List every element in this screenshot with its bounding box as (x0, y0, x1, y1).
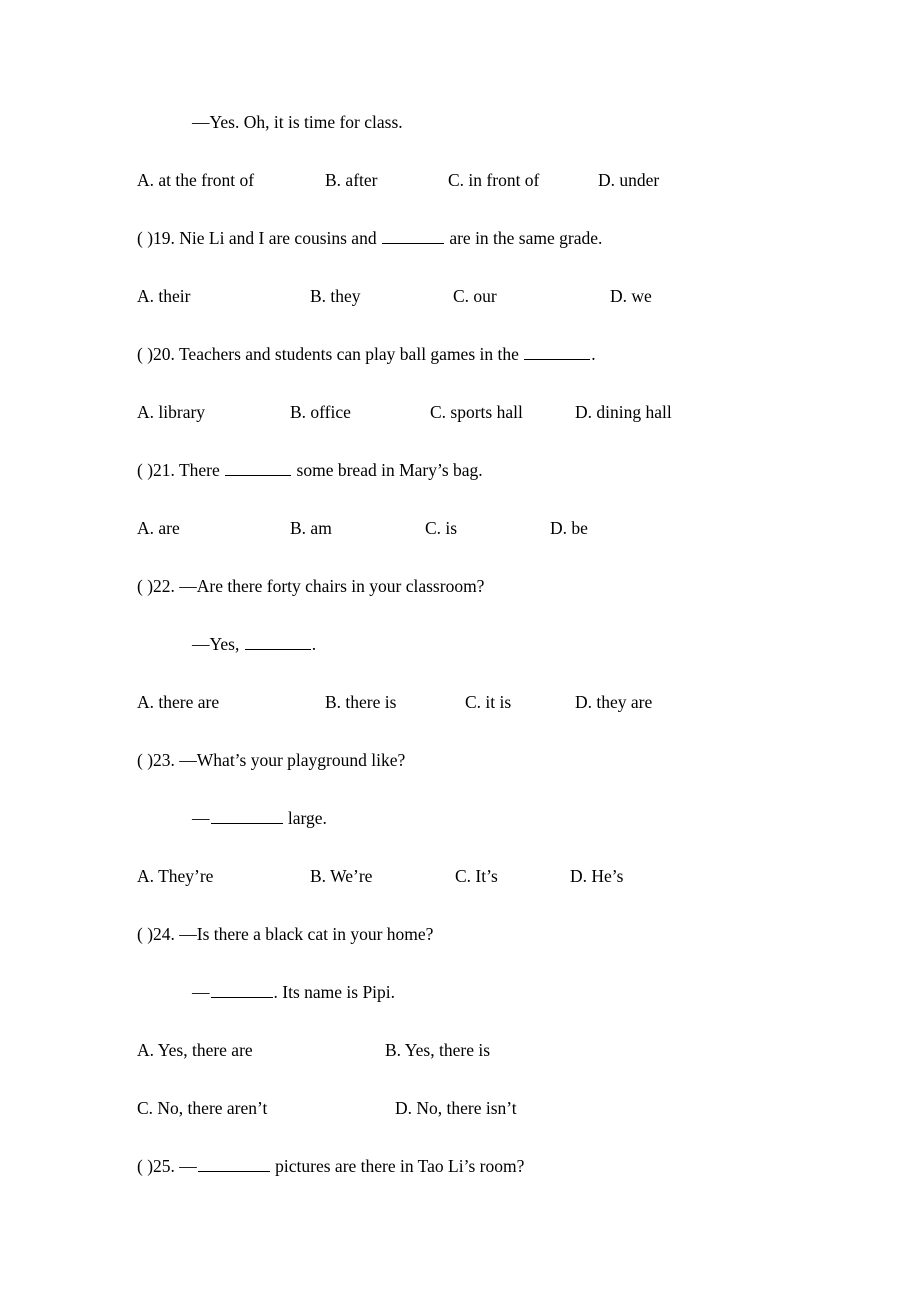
text-block: ( )25. — pictures are there in Tao Li’s … (137, 1156, 837, 1214)
answer-option[interactable]: A. Yes, there are (137, 1040, 253, 1060)
answer-option[interactable]: C. is (425, 518, 457, 538)
answer-option[interactable]: A. their (137, 286, 190, 306)
fill-in-blank (524, 346, 591, 360)
option-row: A. are B. am C. is D. be (137, 518, 837, 538)
text-block: ( )24. —Is there a black cat in your hom… (137, 924, 837, 982)
fill-in-blank (210, 984, 273, 998)
answer-option[interactable]: D. be (550, 518, 588, 538)
text-block: A. are B. am C. is D. be (137, 518, 837, 576)
text-block: A. They’re B. We’re C. It’s D. He’s (137, 866, 837, 924)
fill-in-blank (244, 636, 311, 650)
question-stem: ( )24. —Is there a black cat in your hom… (137, 924, 434, 944)
option-row: A. They’re B. We’re C. It’s D. He’s (137, 866, 837, 886)
answer-option[interactable]: D. No, there isn’t (395, 1098, 517, 1118)
stem-text-after: large. (283, 808, 327, 828)
fill-in-blank (197, 1158, 270, 1172)
text-block: —Yes, . (137, 634, 837, 692)
answer-option[interactable]: D. under (598, 170, 659, 190)
fill-in-blank (210, 810, 283, 824)
question-stem: ( )25. — pictures are there in Tao Li’s … (137, 1156, 837, 1176)
stem-text-before: Nie Li and I are cousins and (174, 228, 381, 248)
text-block: ( )23. —What’s your playground like? (137, 750, 837, 808)
answer-option[interactable]: B. am (290, 518, 332, 538)
question-number: ( )20. (137, 344, 175, 364)
answer-option[interactable]: B. they (310, 286, 361, 306)
text-block: A. there are B. there is C. it is D. they a… (137, 692, 837, 750)
stem-text-before: — (192, 982, 210, 1002)
answer-option[interactable]: D. dining hall (575, 402, 672, 422)
text-block: A. at the front of B. after C. in front of… (137, 170, 837, 228)
fill-in-blank (381, 230, 444, 244)
answer-option[interactable]: C. it is (465, 692, 511, 712)
answer-option[interactable]: B. We’re (310, 866, 372, 886)
answer-option[interactable]: B. after (325, 170, 377, 190)
dialogue-line: — . Its name is Pipi. (137, 982, 837, 1002)
answer-option[interactable]: D. we (610, 286, 652, 306)
question-stem: ( )22. —Are there forty chairs in your c… (137, 576, 485, 596)
question-stem: ( )21. There some bread in Mary’s bag. (137, 460, 837, 480)
option-row: A. library B. office C. sports hall D. dini… (137, 402, 837, 422)
worksheet-body: —Yes. Oh, it is time for class. A. at the… (137, 112, 837, 1214)
text-block: A. library B. office C. sports hall D. dini… (137, 402, 837, 460)
answer-option[interactable]: B. office (290, 402, 351, 422)
stem-text-before: There (174, 460, 225, 480)
answer-option[interactable]: C. sports hall (430, 402, 523, 422)
question-stem: ( )20. Teachers and students can play ba… (137, 344, 837, 364)
answer-option[interactable]: C. No, there aren’t (137, 1098, 267, 1118)
dialogue-line: —Yes. Oh, it is time for class. (192, 112, 403, 132)
fill-in-blank (225, 462, 292, 476)
option-row: A. their B. they C. our D. we (137, 286, 837, 306)
answer-option[interactable]: A. are (137, 518, 180, 538)
stem-text-after: . (311, 634, 317, 654)
dialogue-line: —Yes, . (137, 634, 837, 654)
text-block: ( )21. There some bread in Mary’s bag. (137, 460, 837, 518)
text-block: — large. (137, 808, 837, 866)
option-row: A. there are B. there is C. it is D. they a… (137, 692, 837, 712)
dialogue-line: — large. (137, 808, 837, 828)
text-block: ( )19. Nie Li and I are cousins and are … (137, 228, 837, 286)
question-number: ( )21. (137, 460, 175, 480)
text-block: C. No, there aren’t D. No, there isn’t (137, 1098, 837, 1156)
option-row: C. No, there aren’t D. No, there isn’t (137, 1098, 837, 1118)
option-row: A. at the front of B. after C. in front of… (137, 170, 837, 190)
document-page: —Yes. Oh, it is time for class. A. at the… (0, 0, 920, 1302)
answer-option[interactable]: D. they are (575, 692, 652, 712)
text-block: ( )20. Teachers and students can play ba… (137, 344, 837, 402)
stem-text-before: —Yes, (192, 634, 244, 654)
answer-option[interactable]: D. He’s (570, 866, 623, 886)
stem-text-after: . (591, 344, 596, 364)
text-block: ( )22. —Are there forty chairs in your c… (137, 576, 837, 634)
stem-text-after: some bread in Mary’s bag. (292, 460, 483, 480)
stem-text-before: — (192, 808, 210, 828)
question-number: ( )25. (137, 1156, 175, 1176)
question-stem: ( )19. Nie Li and I are cousins and are … (137, 228, 837, 248)
answer-option[interactable]: B. there is (325, 692, 396, 712)
stem-text-after: pictures are there in Tao Li’s room? (270, 1156, 525, 1176)
stem-text-after: . Its name is Pipi. (273, 982, 396, 1002)
answer-option[interactable]: A. there are (137, 692, 219, 712)
answer-option[interactable]: C. our (453, 286, 497, 306)
answer-option[interactable]: C. It’s (455, 866, 498, 886)
stem-text-before: Teachers and students can play ball game… (174, 344, 524, 364)
stem-text-before: — (174, 1156, 197, 1176)
stem-text-after: are in the same grade. (444, 228, 603, 248)
answer-option[interactable]: B. Yes, there is (385, 1040, 490, 1060)
text-block: A. their B. they C. our D. we (137, 286, 837, 344)
question-stem: ( )23. —What’s your playground like? (137, 750, 406, 770)
text-block: —Yes. Oh, it is time for class. (137, 112, 837, 170)
answer-option[interactable]: A. library (137, 402, 205, 422)
answer-option[interactable]: A. They’re (137, 866, 213, 886)
text-block: A. Yes, there are B. Yes, there is (137, 1040, 837, 1098)
answer-option[interactable]: A. at the front of (137, 170, 254, 190)
answer-option[interactable]: C. in front of (448, 170, 539, 190)
option-row: A. Yes, there are B. Yes, there is (137, 1040, 837, 1060)
question-number: ( )19. (137, 228, 175, 248)
text-block: — . Its name is Pipi. (137, 982, 837, 1040)
